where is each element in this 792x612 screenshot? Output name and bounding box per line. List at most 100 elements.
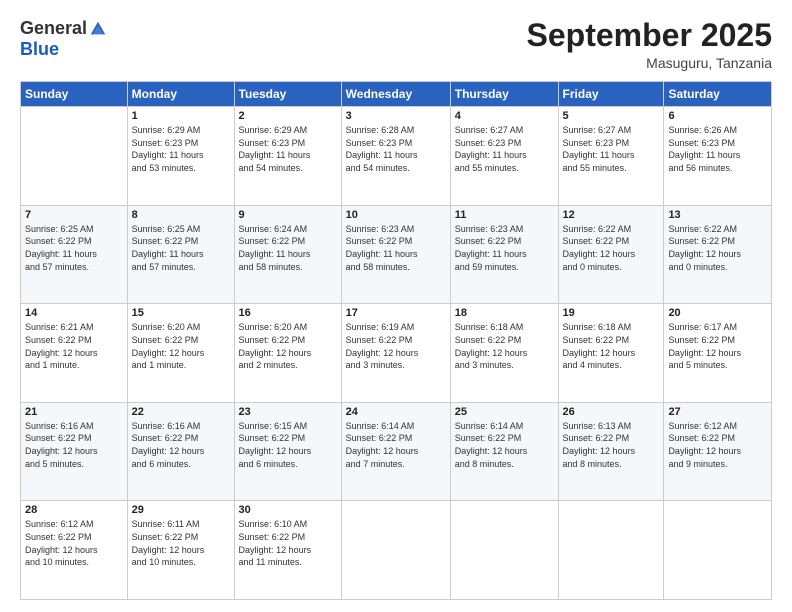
day-info: Sunrise: 6:23 AM Sunset: 6:22 PM Dayligh…: [346, 223, 446, 273]
day-info: Sunrise: 6:19 AM Sunset: 6:22 PM Dayligh…: [346, 321, 446, 371]
calendar-cell: [21, 107, 128, 206]
day-info: Sunrise: 6:14 AM Sunset: 6:22 PM Dayligh…: [455, 420, 554, 470]
day-info: Sunrise: 6:29 AM Sunset: 6:23 PM Dayligh…: [239, 124, 337, 174]
calendar-cell: [664, 501, 772, 600]
calendar-week-row: 21Sunrise: 6:16 AM Sunset: 6:22 PM Dayli…: [21, 402, 772, 501]
day-number: 26: [563, 406, 660, 418]
day-info: Sunrise: 6:25 AM Sunset: 6:22 PM Dayligh…: [25, 223, 123, 273]
day-info: Sunrise: 6:12 AM Sunset: 6:22 PM Dayligh…: [25, 518, 123, 568]
calendar-cell: 12 Sunrise: 6:22 AM Sunset: 6:22 PM Dayli…: [558, 205, 664, 304]
day-number: 30: [239, 504, 337, 516]
day-info: Sunrise: 6:18 AM Sunset: 6:22 PM Dayligh…: [563, 321, 660, 371]
calendar-cell: 6 Sunrise: 6:26 AM Sunset: 6:23 PM Daylig…: [664, 107, 772, 206]
day-number: 20: [668, 307, 767, 319]
day-number: 12: [563, 209, 660, 221]
day-number: 23: [239, 406, 337, 418]
calendar-cell: 30Sunrise: 6:10 AM Sunset: 6:22 PM Dayli…: [234, 501, 341, 600]
day-number: 10: [346, 209, 446, 221]
calendar-cell: 4Sunrise: 6:27 AM Sunset: 6:23 PM Daylig…: [450, 107, 558, 206]
day-info: Sunrise: 6:25 AM Sunset: 6:22 PM Dayligh…: [132, 223, 230, 273]
day-number: 27: [668, 406, 767, 418]
day-info: Sunrise: 6:22 AM Sunset: 6:22 PM Dayligh…: [563, 223, 660, 273]
logo-general-text: General: [20, 18, 87, 39]
calendar-week-row: 1 Sunrise: 6:29 AM Sunset: 6:23 PM Daylig…: [21, 107, 772, 206]
weekday-header: Sunday: [21, 82, 128, 107]
day-number: 3: [346, 110, 446, 122]
day-info: Sunrise: 6:29 AM Sunset: 6:23 PM Dayligh…: [132, 124, 230, 174]
day-number: 1: [132, 110, 230, 122]
calendar-cell: 3 Sunrise: 6:28 AM Sunset: 6:23 PM Daylig…: [341, 107, 450, 206]
calendar-cell: 2 Sunrise: 6:29 AM Sunset: 6:23 PM Daylig…: [234, 107, 341, 206]
day-info: Sunrise: 6:27 AM Sunset: 6:23 PM Dayligh…: [455, 124, 554, 174]
day-number: 9: [239, 209, 337, 221]
day-number: 24: [346, 406, 446, 418]
calendar-cell: 13 Sunrise: 6:22 AM Sunset: 6:22 PM Dayli…: [664, 205, 772, 304]
calendar-cell: 28 Sunrise: 6:12 AM Sunset: 6:22 PM Dayli…: [21, 501, 128, 600]
weekday-header: Saturday: [664, 82, 772, 107]
calendar-week-row: 14 Sunrise: 6:21 AM Sunset: 6:22 PM Dayli…: [21, 304, 772, 403]
calendar-cell: 10 Sunrise: 6:23 AM Sunset: 6:22 PM Dayli…: [341, 205, 450, 304]
calendar-cell: 25 Sunrise: 6:14 AM Sunset: 6:22 PM Dayli…: [450, 402, 558, 501]
day-number: 16: [239, 307, 337, 319]
calendar-table: SundayMondayTuesdayWednesdayThursdayFrid…: [20, 81, 772, 600]
day-info: Sunrise: 6:17 AM Sunset: 6:22 PM Dayligh…: [668, 321, 767, 371]
day-number: 15: [132, 307, 230, 319]
day-info: Sunrise: 6:15 AM Sunset: 6:22 PM Dayligh…: [239, 420, 337, 470]
calendar-cell: 11 Sunrise: 6:23 AM Sunset: 6:22 PM Dayli…: [450, 205, 558, 304]
day-info: Sunrise: 6:20 AM Sunset: 6:22 PM Dayligh…: [132, 321, 230, 371]
day-number: 22: [132, 406, 230, 418]
calendar-cell: [341, 501, 450, 600]
month-title: September 2025: [527, 18, 772, 53]
weekday-header: Thursday: [450, 82, 558, 107]
day-number: 5: [563, 110, 660, 122]
day-number: 11: [455, 209, 554, 221]
calendar-cell: [558, 501, 664, 600]
calendar-cell: 1 Sunrise: 6:29 AM Sunset: 6:23 PM Daylig…: [127, 107, 234, 206]
day-number: 13: [668, 209, 767, 221]
calendar-cell: 24 Sunrise: 6:14 AM Sunset: 6:22 PM Dayli…: [341, 402, 450, 501]
day-number: 14: [25, 307, 123, 319]
page-header: General Blue September 2025 Masuguru, Ta…: [20, 18, 772, 71]
day-number: 28: [25, 504, 123, 516]
calendar-week-row: 7 Sunrise: 6:25 AM Sunset: 6:22 PM Daylig…: [21, 205, 772, 304]
day-info: Sunrise: 6:23 AM Sunset: 6:22 PM Dayligh…: [455, 223, 554, 273]
logo: General Blue: [20, 18, 107, 60]
calendar-cell: 17 Sunrise: 6:19 AM Sunset: 6:22 PM Dayli…: [341, 304, 450, 403]
calendar-cell: 19 Sunrise: 6:18 AM Sunset: 6:22 PM Dayli…: [558, 304, 664, 403]
calendar-cell: 15 Sunrise: 6:20 AM Sunset: 6:22 PM Dayli…: [127, 304, 234, 403]
day-info: Sunrise: 6:26 AM Sunset: 6:23 PM Dayligh…: [668, 124, 767, 174]
title-block: September 2025 Masuguru, Tanzania: [527, 18, 772, 71]
logo-icon: [89, 20, 107, 38]
day-info: Sunrise: 6:24 AM Sunset: 6:22 PM Dayligh…: [239, 223, 337, 273]
day-number: 25: [455, 406, 554, 418]
day-number: 2: [239, 110, 337, 122]
calendar-cell: 7 Sunrise: 6:25 AM Sunset: 6:22 PM Daylig…: [21, 205, 128, 304]
day-info: Sunrise: 6:13 AM Sunset: 6:22 PM Dayligh…: [563, 420, 660, 470]
day-info: Sunrise: 6:20 AM Sunset: 6:22 PM Dayligh…: [239, 321, 337, 371]
day-info: Sunrise: 6:27 AM Sunset: 6:23 PM Dayligh…: [563, 124, 660, 174]
day-number: 6: [668, 110, 767, 122]
day-info: Sunrise: 6:21 AM Sunset: 6:22 PM Dayligh…: [25, 321, 123, 371]
calendar-cell: 29Sunrise: 6:11 AM Sunset: 6:22 PM Dayli…: [127, 501, 234, 600]
calendar-cell: 9 Sunrise: 6:24 AM Sunset: 6:22 PM Daylig…: [234, 205, 341, 304]
weekday-header: Tuesday: [234, 82, 341, 107]
day-number: 21: [25, 406, 123, 418]
weekday-header: Monday: [127, 82, 234, 107]
day-info: Sunrise: 6:11 AM Sunset: 6:22 PM Dayligh…: [132, 518, 230, 568]
day-number: 17: [346, 307, 446, 319]
weekday-header: Wednesday: [341, 82, 450, 107]
calendar-cell: 23 Sunrise: 6:15 AM Sunset: 6:22 PM Dayli…: [234, 402, 341, 501]
calendar-cell: 26 Sunrise: 6:13 AM Sunset: 6:22 PM Dayli…: [558, 402, 664, 501]
calendar-cell: 20 Sunrise: 6:17 AM Sunset: 6:22 PM Dayli…: [664, 304, 772, 403]
day-info: Sunrise: 6:28 AM Sunset: 6:23 PM Dayligh…: [346, 124, 446, 174]
calendar-week-row: 28 Sunrise: 6:12 AM Sunset: 6:22 PM Dayli…: [21, 501, 772, 600]
calendar-cell: [450, 501, 558, 600]
day-info: Sunrise: 6:22 AM Sunset: 6:22 PM Dayligh…: [668, 223, 767, 273]
calendar-cell: 14 Sunrise: 6:21 AM Sunset: 6:22 PM Dayli…: [21, 304, 128, 403]
day-info: Sunrise: 6:14 AM Sunset: 6:22 PM Dayligh…: [346, 420, 446, 470]
day-number: 19: [563, 307, 660, 319]
weekday-header: Friday: [558, 82, 664, 107]
calendar-cell: 8Sunrise: 6:25 AM Sunset: 6:22 PM Daylig…: [127, 205, 234, 304]
day-number: 7: [25, 209, 123, 221]
calendar-cell: 27Sunrise: 6:12 AM Sunset: 6:22 PM Dayli…: [664, 402, 772, 501]
